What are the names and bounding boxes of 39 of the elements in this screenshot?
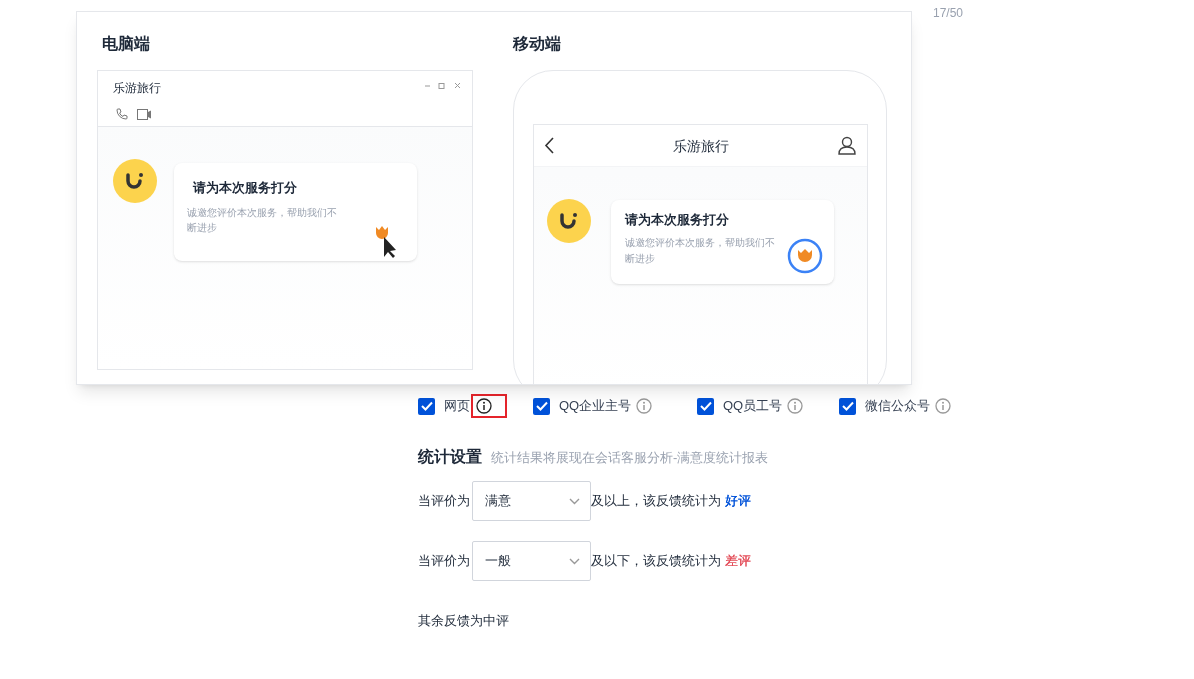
checkbox-label: 网页 [444, 397, 470, 416]
checkbox[interactable] [533, 397, 550, 415]
chevron-down-icon [569, 497, 580, 505]
section-hint: 统计结果将展现在会话客服分析-满意度统计报表 [491, 449, 769, 467]
phone-icon [116, 108, 128, 120]
checkbox-label: 微信公众号 [865, 397, 930, 416]
avatar-logo [547, 199, 591, 243]
checkbox-label: QQ员工号 [723, 397, 783, 416]
page-counter: 17/50 [933, 5, 964, 22]
rating-select[interactable]: 满意 [472, 481, 591, 521]
info-icon[interactable] [476, 398, 492, 414]
footer-text: 其余反馈为中评 [418, 612, 510, 630]
checkbox[interactable] [839, 397, 856, 415]
section-title: 统计设置 [418, 447, 482, 467]
back-icon [544, 137, 554, 154]
checkbox-label: QQ企业主号 [559, 397, 632, 416]
card-title: 请为本次服务打分 [625, 211, 729, 229]
video-icon [137, 109, 152, 120]
card-text: 诚邀您评价本次服务，帮助我们不断进步 [187, 206, 338, 235]
nav-title: 乐游旅行 [671, 137, 730, 156]
card-title: 请为本次服务打分 [193, 179, 297, 197]
rule-prefix: 当评价为 [418, 552, 470, 571]
rule-suffix: 及以下，该反馈统计为 [591, 552, 721, 571]
window-title: 乐游旅行 [113, 80, 161, 97]
rule-prefix: 当评价为 [418, 492, 470, 511]
mobile-heading: 移动端 [513, 34, 561, 54]
checkbox[interactable] [418, 397, 435, 415]
desktop-heading: 电脑端 [102, 34, 150, 54]
avatar-logo [113, 159, 157, 203]
rule-suffix: 及以上，该反馈统计为 [591, 492, 721, 511]
rule-result: 好评 [725, 492, 751, 511]
window-controls-icon [424, 82, 462, 90]
flower-icon [786, 237, 824, 275]
rating-select[interactable]: 一般 [472, 541, 591, 581]
rule-result: 差评 [725, 552, 751, 571]
user-icon [838, 136, 856, 155]
card-text: 诚邀您评价本次服务，帮助我们不断进步 [625, 236, 775, 266]
checkbox[interactable] [697, 397, 714, 415]
chevron-down-icon [569, 557, 580, 565]
